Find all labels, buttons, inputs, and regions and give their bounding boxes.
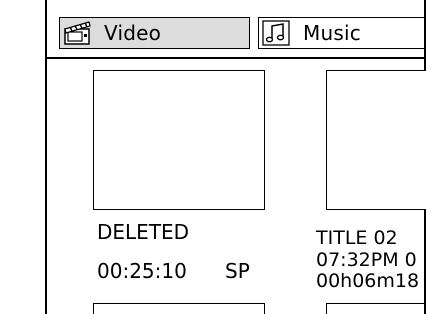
video-item-title: TITLE 02: [316, 227, 398, 249]
music-note-icon: [261, 19, 291, 47]
tab-bar-divider: [45, 57, 426, 59]
video-item-title: DELETED: [97, 220, 190, 244]
frame-left-border: [45, 0, 47, 314]
video-item-thumbnail[interactable]: [93, 303, 265, 314]
video-item-thumbnail[interactable]: [326, 303, 429, 314]
tab-music[interactable]: Music: [258, 17, 429, 49]
video-item-thumbnail[interactable]: [326, 70, 429, 210]
tab-video[interactable]: Video: [59, 17, 250, 49]
video-item-recorded-time: 07:32PM 0: [316, 249, 417, 271]
video-library-screen: Video Music DELETED 00:25:10 SP TITLE 02…: [0, 0, 429, 314]
video-item-thumbnail[interactable]: [93, 70, 265, 210]
video-item-duration: 00:25:10: [97, 259, 187, 283]
video-item-duration: 00h06m18: [316, 270, 420, 292]
clapperboard-icon: [62, 19, 92, 47]
video-item-mode: SP: [225, 259, 250, 283]
tab-video-label: Video: [104, 21, 162, 45]
tab-music-label: Music: [303, 21, 361, 45]
